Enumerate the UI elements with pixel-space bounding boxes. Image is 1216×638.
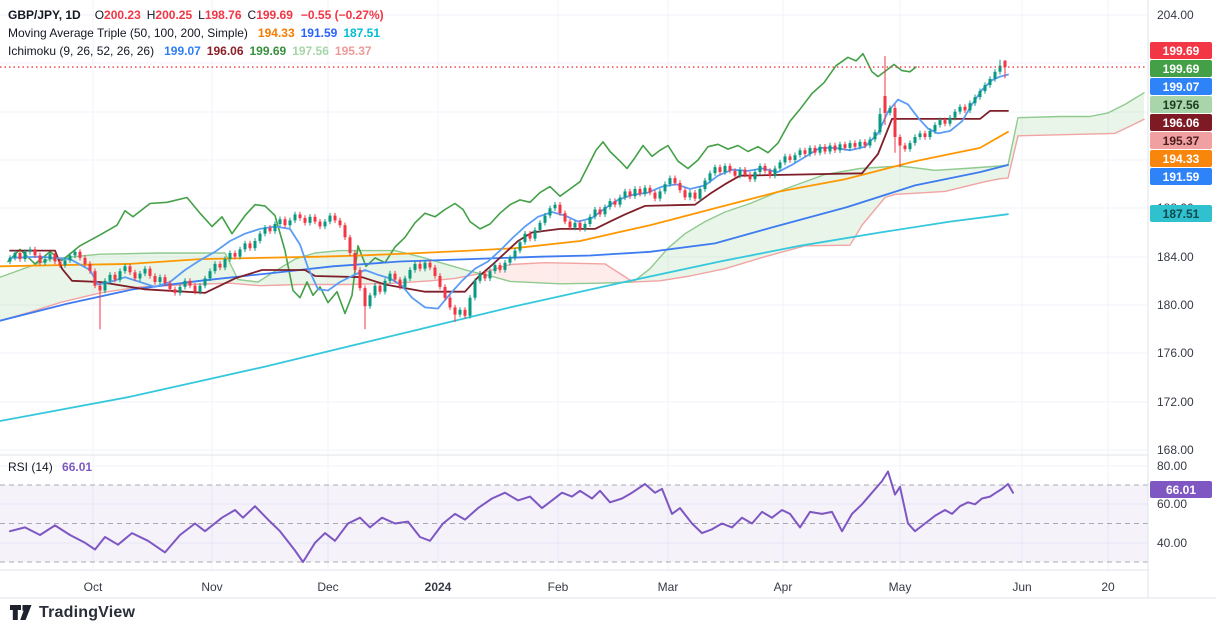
sma200-value: 187.51 <box>343 26 380 40</box>
svg-text:80.00: 80.00 <box>1157 459 1187 473</box>
svg-text:40.00: 40.00 <box>1157 536 1187 550</box>
svg-text:Nov: Nov <box>201 580 222 594</box>
rsi-label: RSI <box>8 460 28 474</box>
svg-text:May: May <box>889 580 912 594</box>
open-value: 200.23 <box>104 8 141 22</box>
close-value: 199.69 <box>256 8 293 22</box>
open-label: O <box>95 8 104 22</box>
svg-text:Mar: Mar <box>658 580 679 594</box>
svg-text:Dec: Dec <box>317 580 338 594</box>
svg-text:20: 20 <box>1101 580 1115 594</box>
rsi-value: 66.01 <box>62 460 92 474</box>
sma100-value: 191.59 <box>301 26 338 40</box>
svg-text:172.00: 172.00 <box>1157 395 1194 409</box>
rsi-params: (14) <box>31 460 52 474</box>
senkou-a-value: 197.56 <box>292 44 329 58</box>
svg-text:184.00: 184.00 <box>1157 250 1194 264</box>
svg-text:176.00: 176.00 <box>1157 346 1194 360</box>
tradingview-brand-text[interactable]: TradingView <box>39 604 135 622</box>
rsi-legend-row[interactable]: RSI (14) 66.01 <box>8 460 92 474</box>
svg-text:Feb: Feb <box>548 580 569 594</box>
legend-ichimoku-row[interactable]: Ichimoku (9, 26, 52, 26, 26) 199.07 196.06… <box>8 42 384 60</box>
svg-text:Jun: Jun <box>1012 580 1031 594</box>
svg-text:199.69: 199.69 <box>1163 44 1200 58</box>
chikou-value: 199.69 <box>250 44 287 58</box>
legend-ma-triple-row[interactable]: Moving Average Triple (50, 100, 200, Sim… <box>8 24 384 42</box>
svg-text:66.01: 66.01 <box>1166 483 1196 497</box>
svg-text:204.00: 204.00 <box>1157 8 1194 22</box>
ma-triple-title: Moving Average Triple (50, 100, 200, Sim… <box>8 26 248 40</box>
svg-text:2024: 2024 <box>425 580 452 594</box>
svg-text:Oct: Oct <box>84 580 103 594</box>
svg-text:Apr: Apr <box>774 580 793 594</box>
svg-text:194.33: 194.33 <box>1163 152 1200 166</box>
svg-text:199.69: 199.69 <box>1163 62 1200 76</box>
svg-text:199.07: 199.07 <box>1163 80 1200 94</box>
symbol-title: GBP/JPY, 1D <box>8 8 81 22</box>
footer: TradingView <box>10 604 135 622</box>
svg-text:187.51: 187.51 <box>1163 207 1200 221</box>
svg-text:180.00: 180.00 <box>1157 298 1194 312</box>
tradingview-logo-icon[interactable] <box>10 604 32 622</box>
ichimoku-title: Ichimoku (9, 26, 52, 26, 26) <box>8 44 154 58</box>
svg-text:168.00: 168.00 <box>1157 443 1194 457</box>
svg-text:195.37: 195.37 <box>1163 134 1200 148</box>
low-label: L <box>198 8 205 22</box>
tradingview-chart-window: 204.00188.00184.00180.00176.00172.00168.… <box>0 0 1216 638</box>
svg-text:196.06: 196.06 <box>1163 116 1200 130</box>
price-chart-canvas[interactable]: 204.00188.00184.00180.00176.00172.00168.… <box>0 0 1216 638</box>
indicator-legend: GBP/JPY, 1DO200.23H200.25L198.76C199.69−… <box>8 6 384 60</box>
change-value: −0.55 (−0.27%) <box>301 8 384 22</box>
high-value: 200.25 <box>155 8 192 22</box>
legend-symbol-row[interactable]: GBP/JPY, 1DO200.23H200.25L198.76C199.69−… <box>8 6 384 24</box>
svg-text:60.00: 60.00 <box>1157 497 1187 511</box>
svg-text:197.56: 197.56 <box>1163 98 1200 112</box>
tenkan-value: 199.07 <box>164 44 201 58</box>
svg-text:191.59: 191.59 <box>1163 170 1200 184</box>
senkou-b-value: 195.37 <box>335 44 372 58</box>
sma50-value: 194.33 <box>258 26 295 40</box>
low-value: 198.76 <box>205 8 242 22</box>
close-label: C <box>248 8 257 22</box>
kijun-value: 196.06 <box>207 44 244 58</box>
